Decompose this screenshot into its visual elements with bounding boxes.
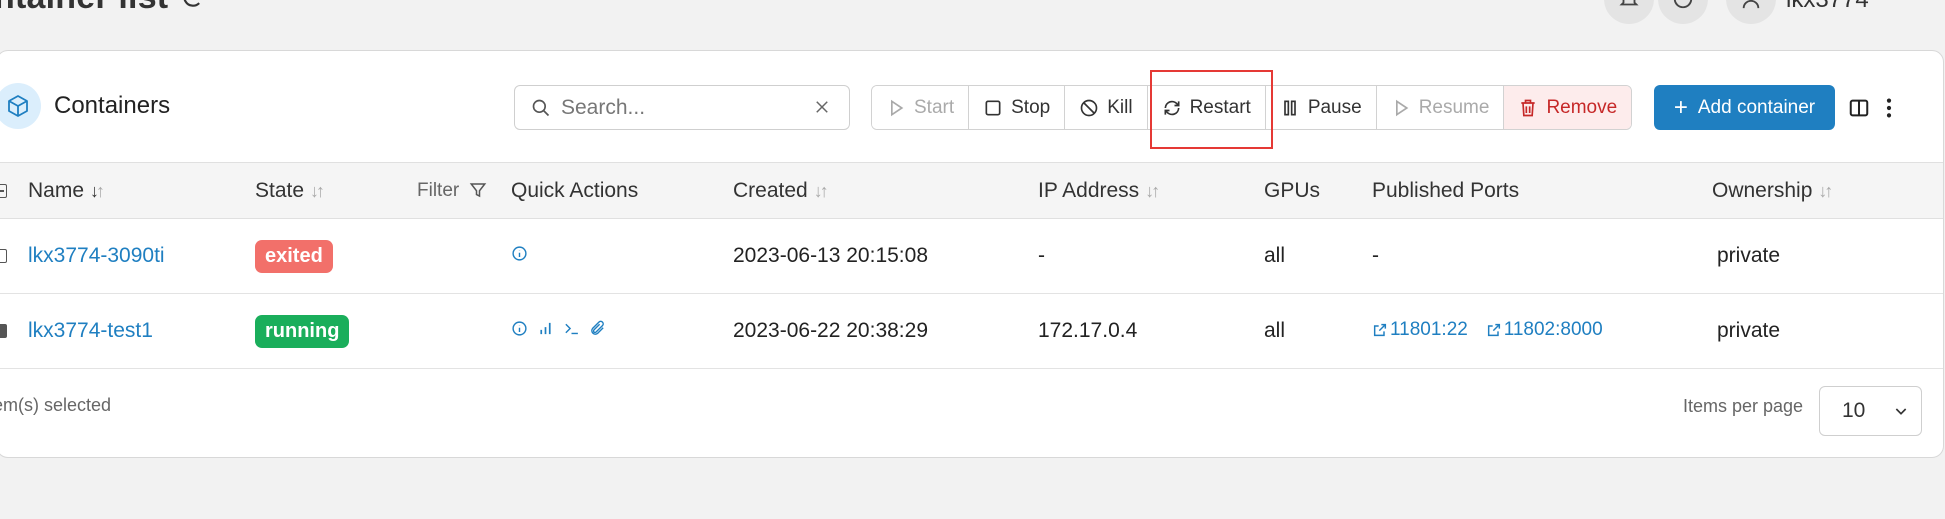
attach-icon[interactable] bbox=[589, 320, 606, 337]
created-cell: 2023-06-22 20:38:29 bbox=[733, 319, 928, 342]
ip-cell: 172.17.0.4 bbox=[1038, 319, 1138, 342]
col-ownership[interactable]: Ownership ↓↑ bbox=[1712, 163, 1943, 219]
plus-icon: + bbox=[1673, 93, 1688, 121]
search-input[interactable] bbox=[561, 95, 801, 120]
info-icon[interactable] bbox=[511, 245, 528, 262]
sort-icon: ↓↑ bbox=[1818, 180, 1833, 201]
external-link-icon bbox=[1487, 323, 1500, 336]
page-title: ntainer list bbox=[0, 0, 206, 17]
containers-card: Containers Start Stop Kill Restart bbox=[0, 50, 1944, 458]
published-port-link[interactable]: 11801:22 bbox=[1372, 319, 1468, 341]
info-icon[interactable] bbox=[511, 320, 528, 337]
ports-cell: - bbox=[1372, 244, 1379, 267]
status-badge: running bbox=[255, 314, 350, 348]
external-link-icon bbox=[1373, 323, 1387, 336]
search-box[interactable] bbox=[514, 85, 850, 130]
stop-icon bbox=[985, 100, 1001, 115]
ports-cell: 11801:22 11802:8000 bbox=[1372, 294, 1712, 369]
terminal-icon[interactable] bbox=[563, 320, 580, 337]
ownership-cell: private bbox=[1717, 244, 1781, 267]
ban-icon bbox=[1080, 99, 1098, 116]
remove-button[interactable]: Remove bbox=[1504, 86, 1632, 129]
container-name-link[interactable]: lkx3774-3090ti bbox=[28, 244, 165, 267]
col-quick-actions: Quick Actions bbox=[511, 178, 639, 202]
published-port-link[interactable]: 11802:8000 bbox=[1486, 319, 1603, 341]
pause-button[interactable]: Pause bbox=[1265, 86, 1377, 129]
sort-desc-icon: ↓↑ bbox=[90, 180, 105, 201]
items-per-page-label: Items per page bbox=[1683, 396, 1804, 416]
columns-icon[interactable] bbox=[1848, 97, 1870, 119]
user-name[interactable]: lkx3774 bbox=[1786, 0, 1869, 14]
select-all-checkbox[interactable] bbox=[0, 183, 7, 198]
more-options-icon[interactable] bbox=[1885, 97, 1893, 119]
resume-button[interactable]: Resume bbox=[1376, 86, 1505, 129]
user-avatar[interactable] bbox=[1726, 0, 1776, 24]
play-icon bbox=[1395, 99, 1409, 116]
containers-table: Name ↓↑ State ↓↑ Filter Quick Actions Crea… bbox=[0, 162, 1943, 369]
col-ports: Published Ports bbox=[1372, 178, 1520, 202]
row-checkbox[interactable] bbox=[0, 249, 7, 264]
gpus-cell: all bbox=[1264, 319, 1286, 342]
col-created[interactable]: Created ↓↑ bbox=[733, 163, 1038, 219]
play-icon bbox=[891, 99, 904, 116]
card-header: Containers Start Stop Kill Restart bbox=[0, 51, 1943, 162]
ownership-cell: private bbox=[1717, 319, 1781, 342]
restart-button[interactable]: Restart bbox=[1147, 86, 1266, 129]
items-per-page-select[interactable]: 10 bbox=[1819, 386, 1922, 436]
help-icon[interactable] bbox=[1658, 0, 1708, 24]
stop-button[interactable]: Stop bbox=[969, 86, 1066, 129]
card-title: Containers bbox=[54, 92, 171, 119]
pause-icon bbox=[1283, 100, 1296, 115]
col-filter[interactable]: Filter bbox=[417, 163, 511, 219]
ip-cell: - bbox=[1038, 244, 1045, 267]
table-header-row: Name ↓↑ State ↓↑ Filter Quick Actions Crea… bbox=[0, 162, 1943, 219]
col-state[interactable]: State ↓↑ bbox=[255, 163, 417, 219]
selection-count: em(s) selected bbox=[0, 395, 112, 415]
sort-icon: ↓↑ bbox=[813, 180, 829, 201]
col-ip[interactable]: IP Address ↓↑ bbox=[1038, 163, 1264, 219]
notifications-icon[interactable] bbox=[1604, 0, 1654, 24]
kill-button[interactable]: Kill bbox=[1065, 86, 1148, 129]
start-button[interactable]: Start bbox=[872, 86, 970, 129]
stats-icon[interactable] bbox=[537, 320, 554, 337]
created-cell: 2023-06-13 20:15:08 bbox=[733, 244, 928, 267]
cube-icon bbox=[0, 83, 41, 129]
refresh-icon bbox=[1164, 100, 1180, 115]
container-actions-group: Start Stop Kill Restart Pause Resume Rem… bbox=[871, 85, 1633, 130]
container-name-link[interactable]: lkx3774-test1 bbox=[28, 319, 153, 342]
sort-icon: ↓↑ bbox=[310, 180, 325, 201]
clear-icon[interactable] bbox=[813, 98, 831, 116]
col-name[interactable]: Name ↓↑ bbox=[28, 163, 255, 219]
add-container-button[interactable]: + Add container bbox=[1654, 85, 1835, 130]
page-title-text: ntainer list bbox=[0, 0, 168, 17]
status-badge: exited bbox=[255, 239, 333, 273]
search-icon bbox=[532, 99, 550, 116]
chevron-down-icon bbox=[1895, 408, 1907, 415]
filter-icon bbox=[469, 183, 486, 198]
table-row: lkx3774-test1 running 2023-06-22 20:38:2… bbox=[0, 294, 1943, 369]
sort-icon: ↓↑ bbox=[1145, 180, 1160, 201]
table-row: lkx3774-3090ti exited 2023-06-13 20:15:0… bbox=[0, 219, 1943, 294]
refresh-icon[interactable] bbox=[180, 0, 206, 11]
trash-icon bbox=[1521, 99, 1536, 116]
row-checkbox[interactable] bbox=[0, 324, 7, 339]
col-gpus: GPUs bbox=[1264, 178, 1321, 202]
gpus-cell: all bbox=[1264, 244, 1286, 267]
